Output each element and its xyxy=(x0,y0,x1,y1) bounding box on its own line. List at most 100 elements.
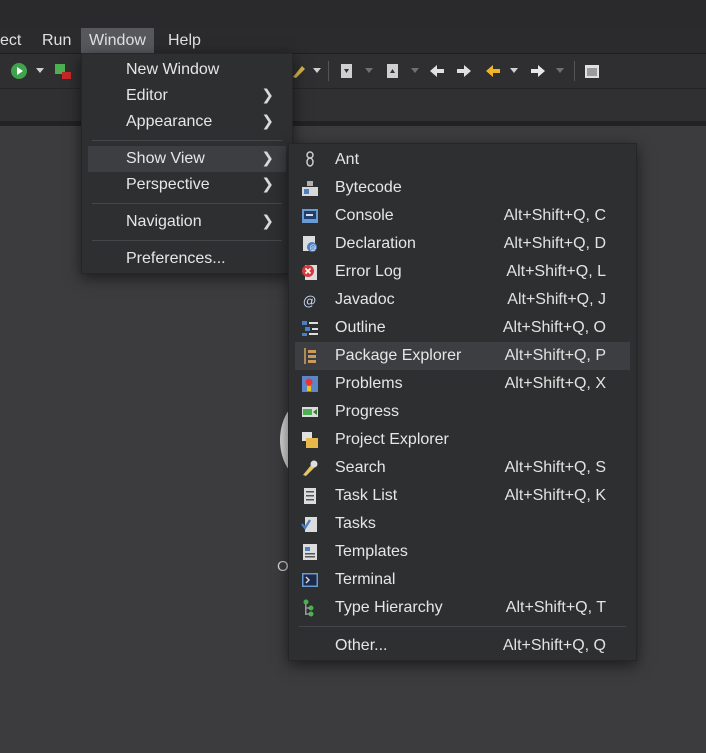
chevron-right-icon: ❯ xyxy=(261,150,274,167)
package-explorer-icon xyxy=(301,347,319,365)
view-item-tasks[interactable]: Tasks xyxy=(295,510,630,538)
menu-item-new-window[interactable]: New Window xyxy=(88,57,286,83)
mark-dropdown-icon[interactable] xyxy=(313,68,321,73)
menu-separator xyxy=(92,240,282,241)
declaration-icon: @ xyxy=(301,235,319,253)
project-explorer-icon xyxy=(301,431,319,449)
view-item-shortcut: Alt+Shift+Q, P xyxy=(504,347,606,364)
menu-item-perspective[interactable]: Perspective ❯ xyxy=(88,172,286,198)
view-item-terminal[interactable]: Terminal xyxy=(295,566,630,594)
svg-text:@: @ xyxy=(303,294,316,309)
forward-icon[interactable] xyxy=(529,62,547,80)
view-item-project-explorer[interactable]: Project Explorer xyxy=(295,426,630,454)
view-item-shortcut: Alt+Shift+Q, J xyxy=(507,291,606,308)
task-list-icon xyxy=(301,487,319,505)
ant-icon xyxy=(301,151,319,169)
outline-icon xyxy=(301,319,319,337)
menu-window[interactable]: Window xyxy=(81,28,154,53)
last-edit-location-icon[interactable] xyxy=(428,62,446,80)
menu-bar: ect Run Window Help xyxy=(0,28,706,54)
javadoc-icon: @ xyxy=(301,291,319,309)
back-dropdown-icon[interactable] xyxy=(510,68,518,73)
chevron-right-icon: ❯ xyxy=(261,176,274,193)
window-menu: New Window Editor ❯ Appearance ❯ Show Vi… xyxy=(81,53,293,274)
type-hierarchy-icon xyxy=(301,599,319,617)
view-item-label: Tasks xyxy=(335,515,376,532)
toolbar-separator xyxy=(328,61,329,81)
svg-text:@: @ xyxy=(310,244,317,252)
debug-run-icon[interactable] xyxy=(54,62,72,80)
menu-item-label: Editor xyxy=(126,87,168,104)
menu-separator xyxy=(92,140,282,141)
menu-item-navigation[interactable]: Navigation ❯ xyxy=(88,209,286,235)
view-item-bytecode[interactable]: Bytecode xyxy=(295,174,630,202)
view-item-label: Terminal xyxy=(335,571,396,588)
menu-separator xyxy=(92,203,282,204)
run-dropdown-icon[interactable] xyxy=(36,68,44,73)
view-item-outline[interactable]: Outline Alt+Shift+Q, O xyxy=(295,314,630,342)
view-item-ant[interactable]: Ant xyxy=(295,146,630,174)
menu-item-label: Navigation xyxy=(126,213,202,230)
previous-annotation-dropdown-icon[interactable] xyxy=(411,68,419,73)
next-annotation-dropdown-icon[interactable] xyxy=(365,68,373,73)
view-item-progress[interactable]: Progress xyxy=(295,398,630,426)
forward-dropdown-icon[interactable] xyxy=(556,68,564,73)
view-item-templates[interactable]: Templates xyxy=(295,538,630,566)
view-item-declaration[interactable]: @ Declaration Alt+Shift+Q, D xyxy=(295,230,630,258)
view-item-label: Error Log xyxy=(335,263,402,280)
view-item-search[interactable]: Search Alt+Shift+Q, S xyxy=(295,454,630,482)
view-item-shortcut: Alt+Shift+Q, K xyxy=(504,487,606,504)
chevron-right-icon: ❯ xyxy=(261,213,274,230)
menu-item-show-view[interactable]: Show View ❯ xyxy=(88,146,286,172)
toolbar-separator xyxy=(574,61,575,81)
forward-edit-icon[interactable] xyxy=(455,62,473,80)
chevron-right-icon: ❯ xyxy=(261,87,274,104)
view-item-shortcut: Alt+Shift+Q, C xyxy=(503,207,606,224)
title-bar xyxy=(0,0,706,28)
view-item-label: Bytecode xyxy=(335,179,402,196)
tasks-icon xyxy=(301,515,319,533)
view-item-console[interactable]: Console Alt+Shift+Q, C xyxy=(295,202,630,230)
menu-item-label: New Window xyxy=(126,61,220,78)
view-item-problems[interactable]: Problems Alt+Shift+Q, X xyxy=(295,370,630,398)
background-text: O xyxy=(277,558,289,575)
view-item-package-explorer[interactable]: Package Explorer Alt+Shift+Q, P xyxy=(295,342,630,370)
view-item-label: Other... xyxy=(335,637,388,654)
view-item-label: Type Hierarchy xyxy=(335,599,443,616)
menu-item-label: Show View xyxy=(126,150,205,167)
back-icon[interactable] xyxy=(484,62,502,80)
view-item-label: Progress xyxy=(335,403,400,420)
view-item-label: Templates xyxy=(335,543,408,560)
view-item-other[interactable]: Other... Alt+Shift+Q, Q xyxy=(295,632,630,660)
view-item-task-list[interactable]: Task List Alt+Shift+Q, K xyxy=(295,482,630,510)
view-item-label: Ant xyxy=(335,151,360,168)
view-item-label: Javadoc xyxy=(335,291,395,308)
show-view-menu: Ant Bytecode Console Alt+Shift+Q, C @ De… xyxy=(288,143,637,661)
menu-separator xyxy=(299,626,626,627)
console-icon xyxy=(301,207,319,225)
menu-item-editor[interactable]: Editor ❯ xyxy=(88,83,286,109)
pin-editor-icon[interactable] xyxy=(583,62,601,80)
view-item-type-hierarchy[interactable]: Type Hierarchy Alt+Shift+Q, T xyxy=(295,594,630,622)
view-item-shortcut: Alt+Shift+Q, D xyxy=(503,235,606,252)
menu-run[interactable]: Run xyxy=(34,28,79,53)
view-item-shortcut: Alt+Shift+Q, S xyxy=(504,459,606,476)
menu-item-appearance[interactable]: Appearance ❯ xyxy=(88,109,286,135)
view-item-javadoc[interactable]: @ Javadoc Alt+Shift+Q, J xyxy=(295,286,630,314)
view-item-error-log[interactable]: Error Log Alt+Shift+Q, L xyxy=(295,258,630,286)
next-annotation-icon[interactable] xyxy=(338,62,356,80)
menu-help[interactable]: Help xyxy=(160,28,209,53)
menu-project[interactable]: ect xyxy=(0,28,29,53)
view-item-label: Problems xyxy=(335,375,403,392)
view-item-label: Console xyxy=(335,207,394,224)
terminal-icon xyxy=(301,571,319,589)
menu-item-label: Appearance xyxy=(126,113,213,130)
run-icon[interactable] xyxy=(10,62,28,80)
error-log-icon xyxy=(301,263,319,281)
templates-icon xyxy=(301,543,319,561)
view-item-label: Package Explorer xyxy=(335,347,462,364)
previous-annotation-icon[interactable] xyxy=(384,62,402,80)
chevron-right-icon: ❯ xyxy=(261,113,274,130)
menu-item-preferences[interactable]: Preferences... xyxy=(88,246,286,272)
view-item-shortcut: Alt+Shift+Q, Q xyxy=(502,637,606,654)
